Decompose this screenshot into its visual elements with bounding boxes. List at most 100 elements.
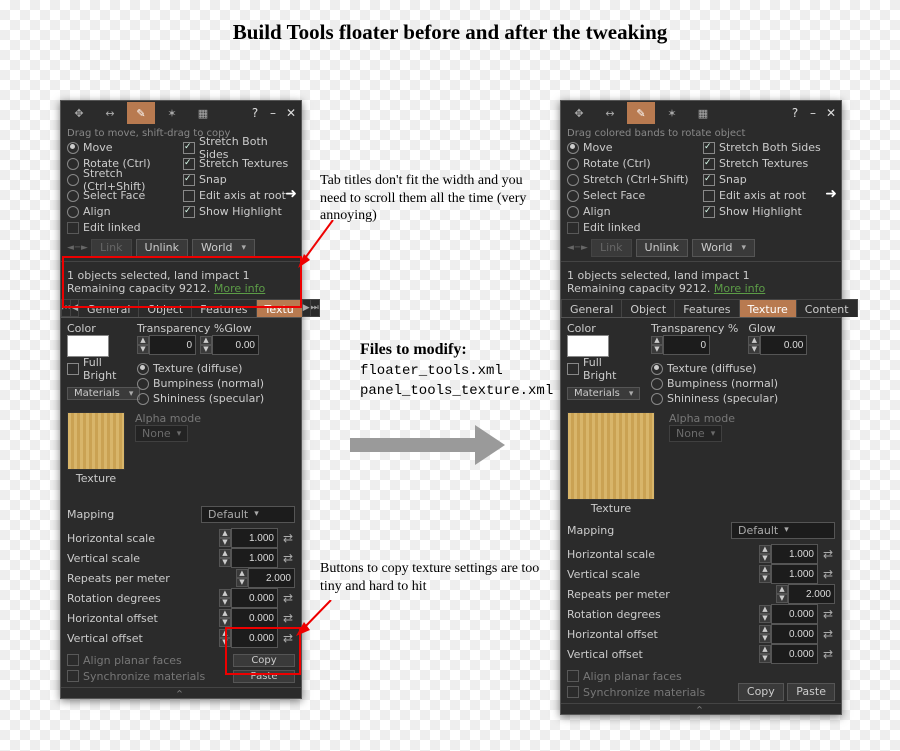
checkbox-stretch-both-sides[interactable]: Stretch Both Sides: [703, 140, 835, 155]
tab-content[interactable]: Content: [796, 299, 858, 317]
fullbright-checkbox[interactable]: [67, 363, 79, 375]
param-spinner-horizontal-offset[interactable]: ▲▼: [759, 624, 818, 644]
close-icon[interactable]: ✕: [825, 106, 837, 120]
tool-create-icon[interactable]: ✶: [158, 102, 186, 124]
checkbox-show-highlight[interactable]: Show Highlight: [183, 204, 295, 219]
tool-create-icon[interactable]: ✶: [658, 102, 686, 124]
minimize-icon[interactable]: –: [267, 106, 279, 120]
unlink-button[interactable]: Unlink: [136, 239, 188, 257]
sync-icon[interactable]: ⇄: [821, 607, 835, 621]
align-planar-checkbox[interactable]: [67, 654, 79, 666]
link-button[interactable]: Link: [591, 239, 632, 257]
undo-redo-icon[interactable]: ◄ ─ ►: [67, 243, 87, 253]
tab-texture[interactable]: Texture: [739, 299, 797, 317]
glow-spinner[interactable]: ▲▼: [200, 335, 259, 355]
radio-select-face[interactable]: Select Face: [567, 188, 699, 203]
checkbox-edit-axis-at-root[interactable]: Edit axis at root: [703, 188, 835, 203]
tool-edit-icon[interactable]: ✎: [627, 102, 655, 124]
checkbox-stretch-textures[interactable]: Stretch Textures: [703, 156, 835, 171]
radio-texture-diffuse-[interactable]: Texture (diffuse): [137, 361, 295, 376]
tab-scroll-last-icon[interactable]: ⏭: [310, 299, 320, 317]
radio-shininess-specular-[interactable]: Shininess (specular): [651, 391, 835, 406]
param-spinner-rotation-degrees[interactable]: ▲▼: [219, 588, 278, 608]
sync-icon[interactable]: ⇄: [821, 567, 835, 581]
tool-focus-icon[interactable]: ✥: [565, 102, 593, 124]
param-spinner-repeats-per-meter[interactable]: ▲▼: [236, 568, 295, 588]
tool-land-icon[interactable]: ▦: [689, 102, 717, 124]
tab-object[interactable]: Object: [621, 299, 675, 317]
param-spinner-vertical-scale[interactable]: ▲▼: [759, 564, 818, 584]
tool-move-icon[interactable]: ↔: [96, 102, 124, 124]
tool-move-icon[interactable]: ↔: [596, 102, 624, 124]
checkbox-edit-axis-at-root[interactable]: Edit axis at root: [183, 188, 295, 203]
undo-redo-icon[interactable]: ◄ ─ ►: [567, 243, 587, 253]
materials-dropdown[interactable]: Materials: [567, 387, 640, 400]
radio-move[interactable]: Move: [67, 140, 179, 155]
radio-stretch-ctrl-shift-[interactable]: Stretch (Ctrl+Shift): [567, 172, 699, 187]
radio-align[interactable]: Align: [67, 204, 179, 219]
param-spinner-vertical-offset[interactable]: ▲▼: [759, 644, 818, 664]
sync-materials-checkbox[interactable]: [567, 686, 579, 698]
axis-arrow-icon[interactable]: ➜: [825, 186, 837, 202]
param-spinner-horizontal-scale[interactable]: ▲▼: [219, 528, 278, 548]
radio-texture-diffuse-[interactable]: Texture (diffuse): [651, 361, 835, 376]
mapping-dropdown[interactable]: Default: [201, 506, 295, 523]
texture-preview[interactable]: [567, 412, 655, 500]
sync-icon[interactable]: ⇄: [821, 547, 835, 561]
sync-icon[interactable]: ⇄: [281, 591, 295, 605]
copy-button-after[interactable]: Copy: [738, 683, 784, 701]
more-info-link[interactable]: More info: [714, 282, 765, 295]
sync-icon[interactable]: ⇄: [281, 531, 295, 545]
sync-icon[interactable]: ⇄: [281, 611, 295, 625]
radio-shininess-specular-[interactable]: Shininess (specular): [137, 391, 295, 406]
axis-arrow-icon[interactable]: ➜: [285, 186, 297, 202]
sync-icon[interactable]: ⇄: [281, 551, 295, 565]
link-button[interactable]: Link: [91, 239, 132, 257]
tab-general[interactable]: General: [561, 299, 622, 317]
radio-stretch-ctrl-shift-[interactable]: Stretch (Ctrl+Shift): [67, 172, 179, 187]
sync-materials-checkbox[interactable]: [67, 670, 79, 682]
footer-expander-icon[interactable]: ⌃: [61, 687, 301, 698]
paste-button-after[interactable]: Paste: [787, 683, 835, 701]
transparency-spinner[interactable]: ▲▼: [651, 335, 738, 355]
tool-land-icon[interactable]: ▦: [189, 102, 217, 124]
help-icon[interactable]: ?: [249, 106, 261, 120]
tab-features[interactable]: Features: [674, 299, 739, 317]
sync-icon[interactable]: ⇄: [821, 627, 835, 641]
mapping-dropdown[interactable]: Default: [731, 522, 835, 539]
align-planar-checkbox[interactable]: [567, 670, 579, 682]
fullbright-checkbox[interactable]: [567, 363, 579, 375]
checkbox-snap[interactable]: Snap: [703, 172, 835, 187]
tool-focus-icon[interactable]: ✥: [65, 102, 93, 124]
unlink-button[interactable]: Unlink: [636, 239, 688, 257]
checkbox-stretch-textures[interactable]: Stretch Textures: [183, 156, 295, 171]
checkbox-stretch-both-sides[interactable]: Stretch Both Sides: [183, 140, 295, 155]
glow-spinner[interactable]: ▲▼: [748, 335, 807, 355]
radio-align[interactable]: Align: [567, 204, 699, 219]
param-spinner-repeats-per-meter[interactable]: ▲▼: [776, 584, 835, 604]
tool-edit-icon[interactable]: ✎: [127, 102, 155, 124]
checkbox-edit-linked[interactable]: Edit linked: [67, 220, 179, 235]
close-icon[interactable]: ✕: [285, 106, 297, 120]
alpha-mode-dropdown[interactable]: None: [669, 425, 722, 442]
checkbox-snap[interactable]: Snap: [183, 172, 295, 187]
footer-expander-icon[interactable]: ⌃: [561, 703, 841, 714]
checkbox-show-highlight[interactable]: Show Highlight: [703, 204, 835, 219]
alpha-mode-dropdown[interactable]: None: [135, 425, 188, 442]
color-swatch[interactable]: [67, 335, 109, 357]
color-swatch[interactable]: [567, 335, 609, 357]
radio-move[interactable]: Move: [567, 140, 699, 155]
radio-bumpiness-normal-[interactable]: Bumpiness (normal): [651, 376, 835, 391]
transparency-spinner[interactable]: ▲▼: [137, 335, 196, 355]
param-spinner-vertical-scale[interactable]: ▲▼: [219, 548, 278, 568]
minimize-icon[interactable]: –: [807, 106, 819, 120]
radio-select-face[interactable]: Select Face: [67, 188, 179, 203]
sync-icon[interactable]: ⇄: [821, 647, 835, 661]
world-dropdown[interactable]: World: [692, 239, 755, 257]
help-icon[interactable]: ?: [789, 106, 801, 120]
param-spinner-rotation-degrees[interactable]: ▲▼: [759, 604, 818, 624]
world-dropdown[interactable]: World: [192, 239, 255, 257]
radio-rotate-ctrl-[interactable]: Rotate (Ctrl): [567, 156, 699, 171]
checkbox-edit-linked[interactable]: Edit linked: [567, 220, 699, 235]
param-spinner-horizontal-offset[interactable]: ▲▼: [219, 608, 278, 628]
